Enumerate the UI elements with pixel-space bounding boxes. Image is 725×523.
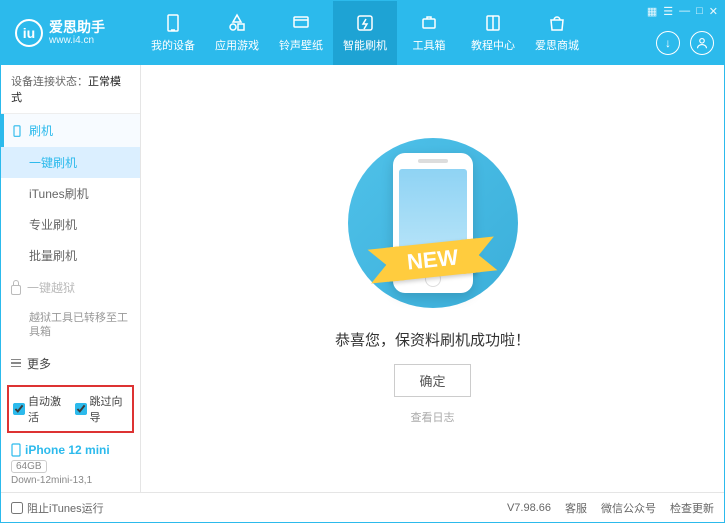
shop-icon — [547, 13, 567, 33]
skin-button[interactable]: ▦ — [647, 5, 657, 18]
sidebar-menu: 刷机 一键刷机 iTunes刷机 专业刷机 批量刷机 一键越狱 越狱工具已转移至… — [1, 114, 140, 381]
wechat-link[interactable]: 微信公众号 — [601, 500, 656, 516]
success-message: 恭喜您，保资料刷机成功啦！ — [335, 329, 530, 350]
support-link[interactable]: 客服 — [565, 500, 587, 516]
firmware-label: Down-12mini-13,1 — [11, 475, 130, 486]
flash-icon — [355, 13, 375, 33]
nav-tool[interactable]: 工具箱 — [397, 1, 461, 65]
tool-icon — [419, 13, 439, 33]
sidebar-item-oneclick[interactable]: 一键刷机 — [1, 147, 140, 178]
jailbreak-note: 越狱工具已转移至工具箱 — [1, 304, 140, 347]
device-icon — [11, 443, 21, 457]
block-itunes-check[interactable]: 阻止iTunes运行 — [11, 500, 507, 516]
lock-icon — [11, 285, 21, 295]
sidebar: 设备连接状态：正常模式 刷机 一键刷机 iTunes刷机 专业刷机 批量刷机 一… — [1, 65, 141, 492]
nav-book[interactable]: 教程中心 — [461, 1, 525, 65]
category-flash[interactable]: 刷机 — [1, 114, 140, 147]
nav-music[interactable]: 铃声壁纸 — [269, 1, 333, 65]
user-button[interactable] — [690, 31, 714, 55]
topbar: iu 爱思助手 www.i4.cn 我的设备应用游戏铃声壁纸智能刷机工具箱教程中… — [1, 1, 724, 65]
nav-phone[interactable]: 我的设备 — [141, 1, 205, 65]
main-panel: NEW 恭喜您，保资料刷机成功啦！ 确定 查看日志 — [141, 65, 724, 492]
version-label: V7.98.66 — [507, 502, 551, 514]
device-name: iPhone 12 mini — [11, 443, 130, 457]
app-icon — [227, 13, 247, 33]
connection-status: 设备连接状态：正常模式 — [1, 65, 140, 114]
app-name: 爱思助手 — [49, 20, 105, 35]
footer: 阻止iTunes运行 V7.98.66 客服 微信公众号 检查更新 — [1, 492, 724, 522]
nav-app[interactable]: 应用游戏 — [205, 1, 269, 65]
sidebar-item-itunes[interactable]: iTunes刷机 — [1, 178, 140, 209]
update-link[interactable]: 检查更新 — [670, 500, 714, 516]
music-icon — [291, 13, 311, 33]
phone-icon — [11, 125, 23, 137]
book-icon — [483, 13, 503, 33]
category-more[interactable]: 更多 — [1, 347, 140, 380]
sidebar-item-batch[interactable]: 批量刷机 — [1, 240, 140, 271]
list-icon — [11, 359, 21, 368]
ok-button[interactable]: 确定 — [394, 364, 470, 397]
maximize-button[interactable]: □ — [696, 5, 703, 18]
view-log-link[interactable]: 查看日志 — [411, 409, 455, 425]
check-skip-guide[interactable]: 跳过向导 — [75, 393, 129, 425]
close-button[interactable]: ✕ — [709, 5, 718, 18]
success-illustration: NEW — [333, 133, 533, 313]
menu-button[interactable]: ☰ — [663, 5, 673, 18]
nav-flash[interactable]: 智能刷机 — [333, 1, 397, 65]
sidebar-item-pro[interactable]: 专业刷机 — [1, 209, 140, 240]
window-controls: ▦ ☰ — □ ✕ — [647, 5, 718, 18]
phone-icon — [163, 13, 183, 33]
storage-badge: 64GB — [11, 460, 47, 473]
category-jailbreak: 一键越狱 — [1, 271, 140, 304]
option-checks: 自动激活 跳过向导 — [7, 385, 134, 433]
check-auto-activate[interactable]: 自动激活 — [13, 393, 67, 425]
logo-icon: iu — [15, 19, 43, 47]
app-url: www.i4.cn — [49, 35, 105, 46]
nav-shop[interactable]: 爱思商城 — [525, 1, 589, 65]
sidebar-item-other[interactable]: 其他工具 — [1, 380, 140, 381]
download-button[interactable]: ↓ — [656, 31, 680, 55]
minimize-button[interactable]: — — [679, 5, 690, 18]
nav-bar: 我的设备应用游戏铃声壁纸智能刷机工具箱教程中心爱思商城 — [141, 1, 724, 65]
logo: iu 爱思助手 www.i4.cn — [1, 19, 141, 47]
device-info[interactable]: iPhone 12 mini 64GB Down-12mini-13,1 — [1, 437, 140, 492]
